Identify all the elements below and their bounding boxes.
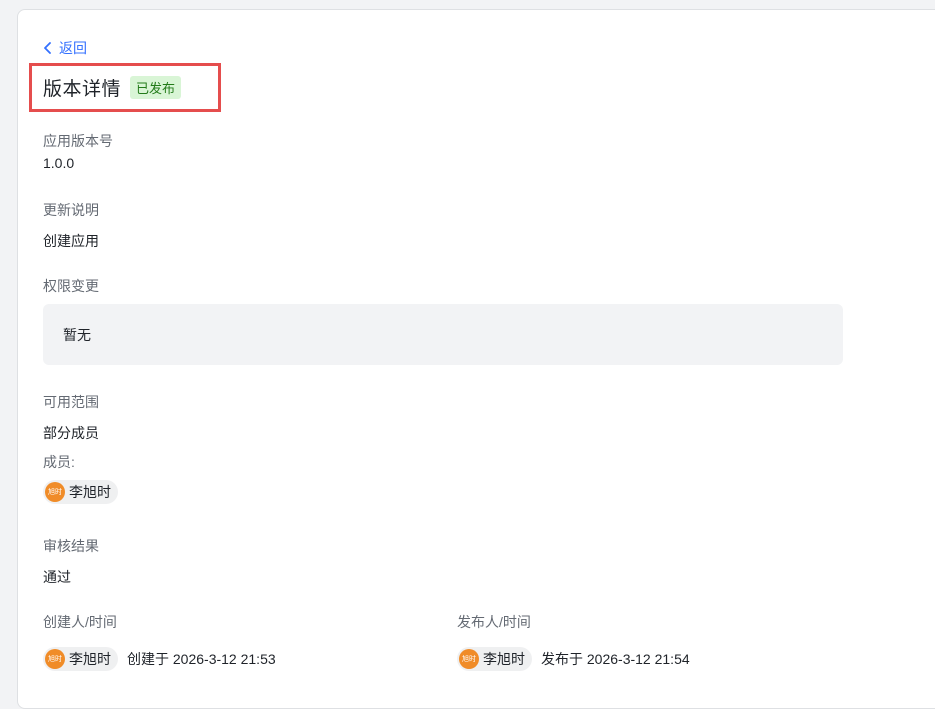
avatar: 旭时 [45, 482, 65, 502]
members-label: 成员: [43, 454, 75, 470]
publisher-chip[interactable]: 旭时 李旭时 [457, 647, 532, 671]
review-value: 通过 [43, 569, 71, 585]
avatar: 旭时 [459, 649, 479, 669]
update-notes-label: 更新说明 [43, 202, 99, 218]
title-highlight-box: 版本详情 已发布 [29, 63, 221, 112]
app-version-value: 1.0.0 [43, 155, 75, 171]
permission-changes-label: 权限变更 [43, 278, 99, 294]
back-button[interactable]: 返回 [43, 38, 87, 58]
status-badge: 已发布 [130, 76, 182, 99]
update-notes-value: 创建应用 [43, 233, 99, 249]
publisher-label: 发布人/时间 [457, 614, 531, 630]
creator-label: 创建人/时间 [43, 614, 117, 630]
creator-chip[interactable]: 旭时 李旭时 [43, 647, 118, 671]
member-chip[interactable]: 旭时 李旭时 [43, 480, 118, 504]
availability-label: 可用范围 [43, 394, 99, 410]
back-label: 返回 [59, 40, 87, 56]
review-label: 审核结果 [43, 538, 99, 554]
avatar: 旭时 [45, 649, 65, 669]
creator-name: 李旭时 [69, 651, 111, 667]
published-time: 发布于 2026-3-12 21:54 [541, 651, 690, 667]
permission-changes-box: 暂无 [43, 304, 843, 365]
version-detail-card: 返回 版本详情 已发布 应用版本号 1.0.0 更新说明 创建应用 权限变更 暂… [17, 9, 935, 709]
created-time: 创建于 2026-3-12 21:53 [127, 651, 276, 667]
page-title: 版本详情 [43, 79, 122, 100]
app-version-label: 应用版本号 [43, 133, 113, 149]
availability-value: 部分成员 [43, 425, 99, 441]
permission-changes-value: 暂无 [63, 326, 91, 343]
chevron-left-icon [44, 42, 51, 54]
member-name: 李旭时 [69, 484, 111, 500]
publisher-name: 李旭时 [483, 651, 525, 667]
